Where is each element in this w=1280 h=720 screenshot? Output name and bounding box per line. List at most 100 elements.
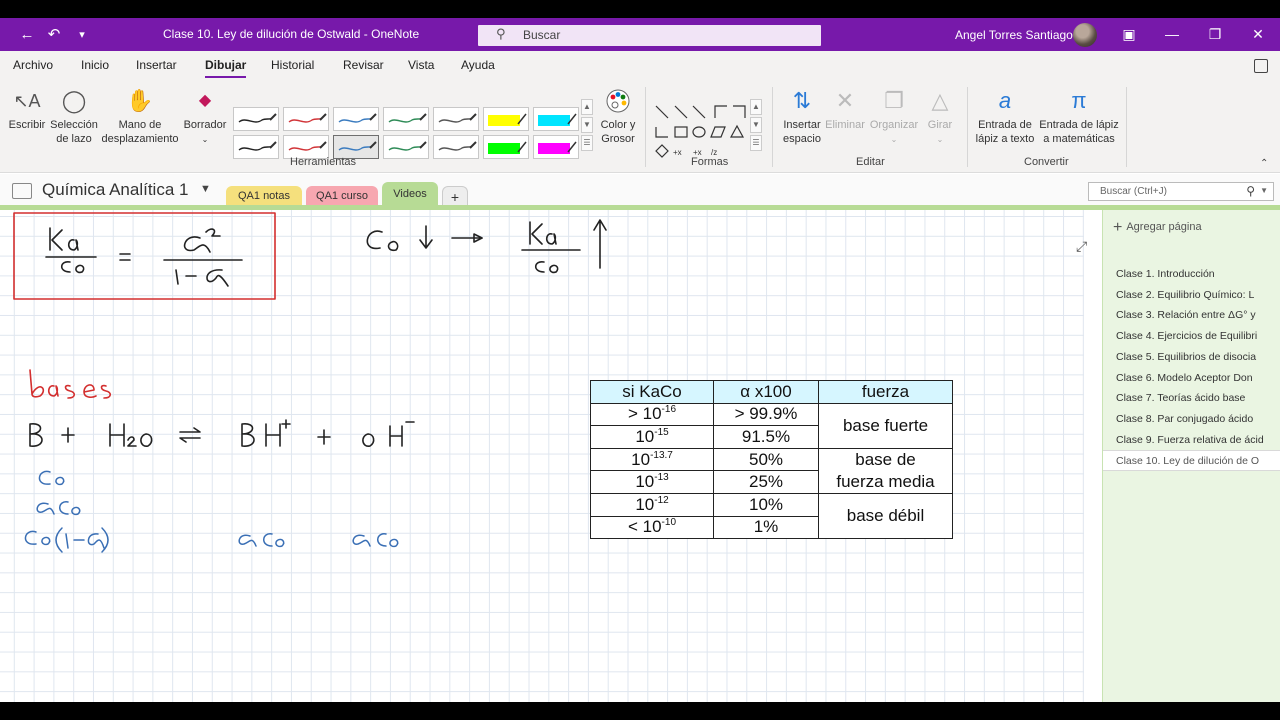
pen-swatch[interactable] (383, 135, 429, 159)
ribbon-display-options-icon[interactable]: ▣ (1117, 23, 1141, 45)
page-list-item[interactable]: Clase 3. Relación entre ΔG° y (1103, 305, 1280, 326)
lasso-icon: ◯ (61, 88, 87, 113)
section-tab-qa1-notas[interactable]: QA1 notas (226, 186, 302, 206)
tab-archivo[interactable]: Archivo (13, 58, 53, 72)
ink-to-math-button[interactable]: π Entrada de lápiz a matemáticas (1038, 88, 1120, 146)
page-list-item[interactable]: Clase 8. Par conjugado ácido (1103, 409, 1280, 430)
ka-cell: > 10-16 (590, 402, 714, 427)
ka-cell: 10-13.7 (590, 447, 714, 472)
table-row: 10-12 10% base débil (590, 492, 953, 540)
search-icon: ⚲ (496, 26, 506, 41)
close-icon[interactable]: ✕ (1246, 23, 1270, 45)
shapes-up-icon[interactable]: ▲ (750, 99, 762, 115)
ink-to-text-button[interactable]: a Entrada de lápiz a texto (972, 88, 1038, 146)
user-name[interactable]: Angel Torres Santiago (955, 28, 1073, 42)
arrange-button[interactable]: ❐ Organizar ⌄ (868, 88, 920, 147)
section-tab-videos[interactable]: Videos (382, 182, 438, 206)
palette-icon (596, 88, 640, 114)
tab-historial[interactable]: Historial (271, 58, 314, 72)
pen-swatch[interactable] (283, 107, 329, 131)
highlighter-swatch[interactable] (533, 107, 579, 131)
gallery-down-icon[interactable]: ▼ (581, 117, 593, 133)
highlight-box (13, 212, 276, 300)
onenote-window: ← ↶ ▾ Clase 10. Ley de dilución de Ostwa… (0, 18, 1280, 702)
page-list-item[interactable]: Clase 7. Teorías ácido base (1103, 388, 1280, 409)
table-header-kaco: si KaCo (590, 380, 714, 404)
ribbon-separator (967, 87, 968, 167)
tab-dibujar[interactable]: Dibujar (205, 58, 247, 78)
sticky-notes-icon[interactable] (1254, 59, 1268, 73)
dissociation-table: si KaCo α x100 fuerza > 10-16 > 99.9% ba… (590, 380, 953, 540)
page-list-item[interactable]: Clase 5. Equilibrios de disocia (1103, 347, 1280, 368)
tab-ayuda[interactable]: Ayuda (461, 58, 495, 72)
section-tab-qa1-curso[interactable]: QA1 curso (306, 186, 378, 206)
note-canvas[interactable]: si KaCo α x100 fuerza > 10-16 > 99.9% ba… (0, 210, 1102, 702)
shapes-down-icon[interactable]: ▼ (750, 117, 762, 133)
notebook-name[interactable]: Química Analítica 1 (42, 180, 188, 200)
rotate-icon: △ (931, 88, 949, 113)
strength-cell: base de fuerza media (818, 447, 953, 494)
ink-to-text-icon: a (998, 88, 1012, 113)
ribbon: ↖A Escribir ◯ Selección de lazo ✋ Mano d… (0, 81, 1280, 173)
chevron-down-icon[interactable]: ▼ (200, 183, 211, 195)
quick-access-chevron-down-icon[interactable]: ▾ (72, 25, 92, 45)
tab-inicio[interactable]: Inicio (81, 58, 109, 72)
table-header-row: si KaCo α x100 fuerza (590, 380, 953, 404)
pen-swatch[interactable] (383, 107, 429, 131)
ka-cell: 10-12 (590, 492, 714, 517)
add-page-button[interactable]: + Agregar página (1113, 217, 1202, 243)
color-thickness-button[interactable]: Color y Grosor (596, 88, 640, 146)
restore-icon[interactable]: ❐ (1203, 23, 1227, 45)
page-list-item[interactable]: Clase 10. Ley de dilución de O (1103, 450, 1280, 471)
pen-swatch[interactable] (233, 135, 279, 159)
tab-vista[interactable]: Vista (408, 58, 434, 72)
page-list-item[interactable]: Clase 9. Fuerza relativa de ácid (1103, 430, 1280, 451)
pen-swatch[interactable] (433, 135, 479, 159)
rotate-button[interactable]: △ Girar ⌄ (922, 88, 958, 147)
shapes-gallery[interactable]: +x +x/z (653, 103, 749, 164)
pen-swatch[interactable] (433, 107, 479, 131)
search-input[interactable]: ⚲ Buscar (478, 25, 821, 46)
chevron-down-icon: ⌄ (936, 135, 944, 144)
pen-swatch[interactable] (233, 107, 279, 131)
highlighter-swatch[interactable] (483, 107, 529, 131)
tab-insertar[interactable]: Insertar (136, 58, 177, 72)
table-row: > 10-16 > 99.9% base fuerte (590, 402, 953, 449)
page-list-item[interactable]: Clase 4. Ejercicios de Equilibri (1103, 326, 1280, 347)
gallery-up-icon[interactable]: ▲ (581, 99, 593, 115)
find-input[interactable]: Buscar (Ctrl+J) ⚲ ▼ (1088, 182, 1274, 201)
page-list-item[interactable]: Clase 2. Equilibrio Químico: L (1103, 285, 1280, 306)
highlighter-swatch[interactable] (483, 135, 529, 159)
table-row: 10-13.7 50% base de fuerza media (590, 447, 953, 494)
ka-cell: 10-13 (590, 470, 714, 494)
add-section-button[interactable]: + (442, 186, 468, 206)
insert-space-button[interactable]: ⇅ Insertar espacio (780, 88, 824, 146)
avatar[interactable] (1073, 23, 1097, 47)
pan-hand-button[interactable]: ✋ Mano de desplazamiento (100, 88, 180, 146)
eraser-button[interactable]: ◆ Borrador ⌄ (182, 88, 228, 147)
hand-icon: ✋ (126, 88, 154, 113)
back-icon[interactable]: ← (17, 25, 37, 45)
page-list-item[interactable]: Clase 6. Modelo Aceptor Don (1103, 368, 1280, 389)
chevron-down-icon: ⌄ (201, 135, 209, 144)
alpha-cell: > 99.9% (713, 402, 819, 427)
gallery-more-icon[interactable]: ☰ (581, 135, 593, 151)
alpha-cell: 91.5% (713, 425, 819, 449)
table-header-fuerza: fuerza (818, 380, 953, 404)
page-list-item[interactable]: Clase 1. Introducción (1103, 264, 1280, 285)
pen-swatch[interactable] (333, 107, 379, 131)
delete-button[interactable]: ✕ Eliminar (824, 88, 866, 132)
undo-icon[interactable]: ↶ (44, 25, 64, 45)
highlighter-swatch[interactable] (533, 135, 579, 159)
expand-icon[interactable]: ⤢ (1076, 238, 1087, 255)
minimize-icon[interactable]: — (1160, 23, 1184, 45)
collapse-ribbon-icon[interactable]: ⌃ (1260, 158, 1268, 169)
notebook-bar: Química Analítica 1 ▼ QA1 notas QA1 curs… (0, 174, 1280, 206)
document-title: Clase 10. Ley de dilución de Ostwald - O… (163, 27, 420, 41)
notebook-icon[interactable] (12, 183, 32, 199)
lasso-select-button[interactable]: ◯ Selección de lazo (48, 88, 100, 146)
title-bar: ← ↶ ▾ Clase 10. Ley de dilución de Ostwa… (0, 18, 1280, 51)
tab-revisar[interactable]: Revisar (343, 58, 384, 72)
shapes-more-icon[interactable]: ☰ (750, 135, 762, 151)
write-button[interactable]: ↖A Escribir (8, 88, 46, 132)
